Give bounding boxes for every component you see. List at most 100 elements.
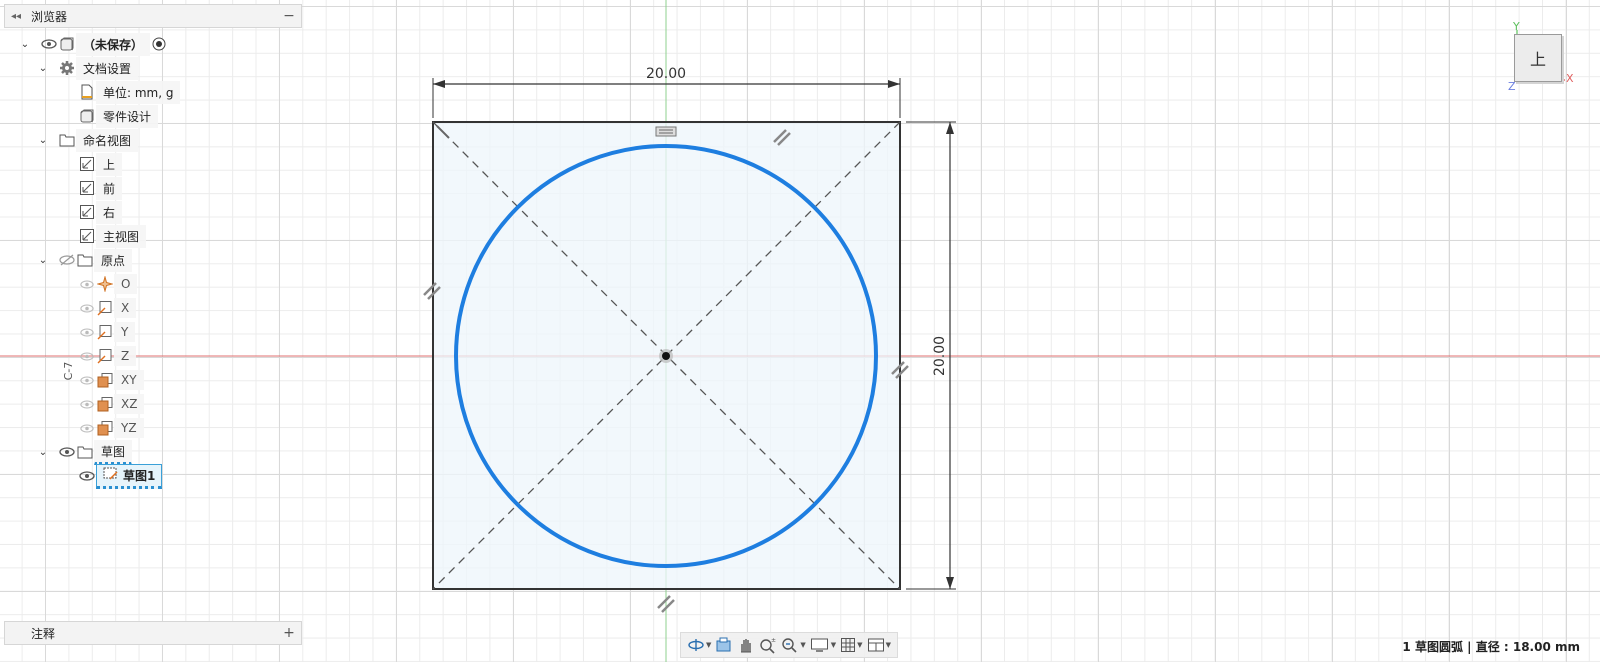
- origin-point-icon: [96, 275, 114, 293]
- browser-title: 浏览器: [31, 9, 68, 24]
- tree-origin-xy[interactable]: XY: [78, 370, 144, 390]
- eye-icon[interactable]: [78, 373, 96, 387]
- tree-origin-y[interactable]: Y: [78, 322, 136, 342]
- named-view-icon: [78, 179, 96, 197]
- side-glyph-text: C-7: [62, 362, 75, 381]
- center-point[interactable]: [662, 352, 670, 360]
- axis-icon: [96, 299, 114, 317]
- eye-icon[interactable]: [78, 277, 96, 291]
- chevron-down-icon[interactable]: ⌄: [36, 255, 50, 266]
- named-view-icon: [78, 227, 96, 245]
- units-label: 单位: mm, g: [96, 80, 181, 104]
- view-label: 上: [96, 152, 123, 176]
- axis-icon: [96, 347, 114, 365]
- origin-item-label: Z: [114, 346, 137, 366]
- horizontal-constraint-icon[interactable]: [655, 126, 677, 137]
- named-views-label: 命名视图: [76, 128, 139, 152]
- viewcube-y-label: Y: [1513, 20, 1520, 33]
- look-at-icon[interactable]: [713, 634, 735, 656]
- browser-panel-header: ◂◂ 浏览器 −: [4, 4, 302, 28]
- zoom-icon[interactable]: ±: [757, 634, 779, 656]
- tree-view-top[interactable]: 上: [78, 152, 123, 176]
- origin-item-label: X: [114, 298, 137, 318]
- chevron-down-icon[interactable]: ⌄: [36, 63, 50, 74]
- eye-icon[interactable]: [78, 349, 96, 363]
- origin-item-label: Y: [114, 322, 136, 342]
- tree-origin-yz[interactable]: YZ: [78, 418, 144, 438]
- sketches-folder-label: 草图: [94, 439, 133, 465]
- named-view-icon: [78, 203, 96, 221]
- sketch-icon: [103, 467, 119, 484]
- eye-icon[interactable]: [78, 325, 96, 339]
- document-units-icon: [78, 83, 96, 101]
- minimize-panel-button[interactable]: −: [277, 8, 301, 24]
- origin-label: 原点: [94, 248, 133, 272]
- tree-origin-point[interactable]: O: [78, 274, 138, 294]
- component-icon: [58, 35, 76, 53]
- tree-origin-x[interactable]: X: [78, 298, 137, 318]
- orbit-icon[interactable]: ▼: [685, 634, 713, 656]
- eye-icon[interactable]: [58, 445, 76, 459]
- svg-text:±: ±: [771, 637, 776, 644]
- tree-origin-z[interactable]: Z: [78, 346, 137, 366]
- doc-settings-label: 文档设置: [76, 56, 139, 80]
- origin-item-label: XY: [114, 370, 144, 390]
- tree-view-front[interactable]: 前: [78, 176, 123, 200]
- chevron-down-icon[interactable]: ⌄: [36, 135, 50, 146]
- vertical-dimension-value[interactable]: 20.00: [932, 336, 948, 376]
- plane-icon: [96, 395, 114, 413]
- eye-icon[interactable]: [78, 301, 96, 315]
- origin-item-label: YZ: [114, 418, 144, 438]
- tree-units[interactable]: 单位: mm, g: [78, 80, 181, 104]
- viewcube-z-label: Z: [1508, 80, 1516, 93]
- viewcube-x-label: X: [1566, 72, 1574, 85]
- eye-icon[interactable]: [78, 421, 96, 435]
- origin-item-label: O: [114, 274, 138, 294]
- collapse-panel-icon[interactable]: ◂◂: [5, 11, 27, 22]
- folder-icon: [76, 443, 94, 461]
- navigation-toolbar: ▼ ± ▼ ▼ ▼ ▼: [680, 632, 898, 658]
- design-type-label: 零件设计: [96, 104, 159, 128]
- named-view-icon: [78, 155, 96, 173]
- sketch1-item[interactable]: 草图1: [96, 463, 163, 489]
- annotations-panel-header[interactable]: 注释 +: [4, 621, 302, 645]
- viewcube-face-label: 上: [1529, 50, 1546, 69]
- eye-icon[interactable]: [78, 469, 96, 483]
- sketch1-label: 草图1: [123, 468, 156, 483]
- tree-root-label: （未保存）: [76, 32, 151, 56]
- grid-icon[interactable]: ▼: [838, 634, 864, 656]
- part-design-icon: [78, 107, 96, 125]
- tree-origin[interactable]: ⌄ 原点: [36, 248, 133, 272]
- gear-icon: [58, 59, 76, 77]
- activate-radio-icon[interactable]: [150, 35, 168, 53]
- plane-icon: [96, 419, 114, 437]
- tree-named-views[interactable]: ⌄ 命名视图: [36, 128, 139, 152]
- tree-sketches[interactable]: ⌄ 草图: [36, 439, 133, 465]
- view-label: 主视图: [96, 224, 147, 248]
- tree-view-right[interactable]: 右: [78, 200, 123, 224]
- tree-doc-settings[interactable]: ⌄ 文档设置: [36, 56, 139, 80]
- view-label: 前: [96, 176, 123, 200]
- tree-design-type[interactable]: 零件设计: [78, 104, 159, 128]
- chevron-down-icon[interactable]: ⌄: [18, 39, 32, 50]
- tree-view-home[interactable]: 主视图: [78, 224, 147, 248]
- selection-status: 1 草图圆弧 | 直径 : 18.00 mm: [1402, 640, 1580, 654]
- viewcube[interactable]: 上: [1514, 34, 1562, 82]
- tree-root[interactable]: ⌄ （未保存）: [18, 32, 168, 56]
- display-settings-icon[interactable]: ▼: [808, 634, 838, 656]
- chevron-down-icon[interactable]: ⌄: [36, 447, 50, 458]
- tree-sketch1[interactable]: 草图1: [78, 463, 163, 489]
- viewports-icon[interactable]: ▼: [865, 634, 893, 656]
- horizontal-dimension-value[interactable]: 20.00: [646, 66, 686, 82]
- eye-icon[interactable]: [40, 37, 58, 51]
- origin-item-label: XZ: [114, 394, 145, 414]
- fit-icon[interactable]: ▼: [779, 634, 807, 656]
- tree-origin-xz[interactable]: XZ: [78, 394, 145, 414]
- add-annotation-button[interactable]: +: [277, 625, 301, 641]
- pan-icon[interactable]: [735, 634, 757, 656]
- folder-icon: [58, 131, 76, 149]
- eye-icon[interactable]: [78, 397, 96, 411]
- axis-icon: [96, 323, 114, 341]
- eye-hidden-icon[interactable]: [58, 253, 76, 267]
- sketch-canvas[interactable]: 20.00 20.00 C-7: [0, 0, 1600, 662]
